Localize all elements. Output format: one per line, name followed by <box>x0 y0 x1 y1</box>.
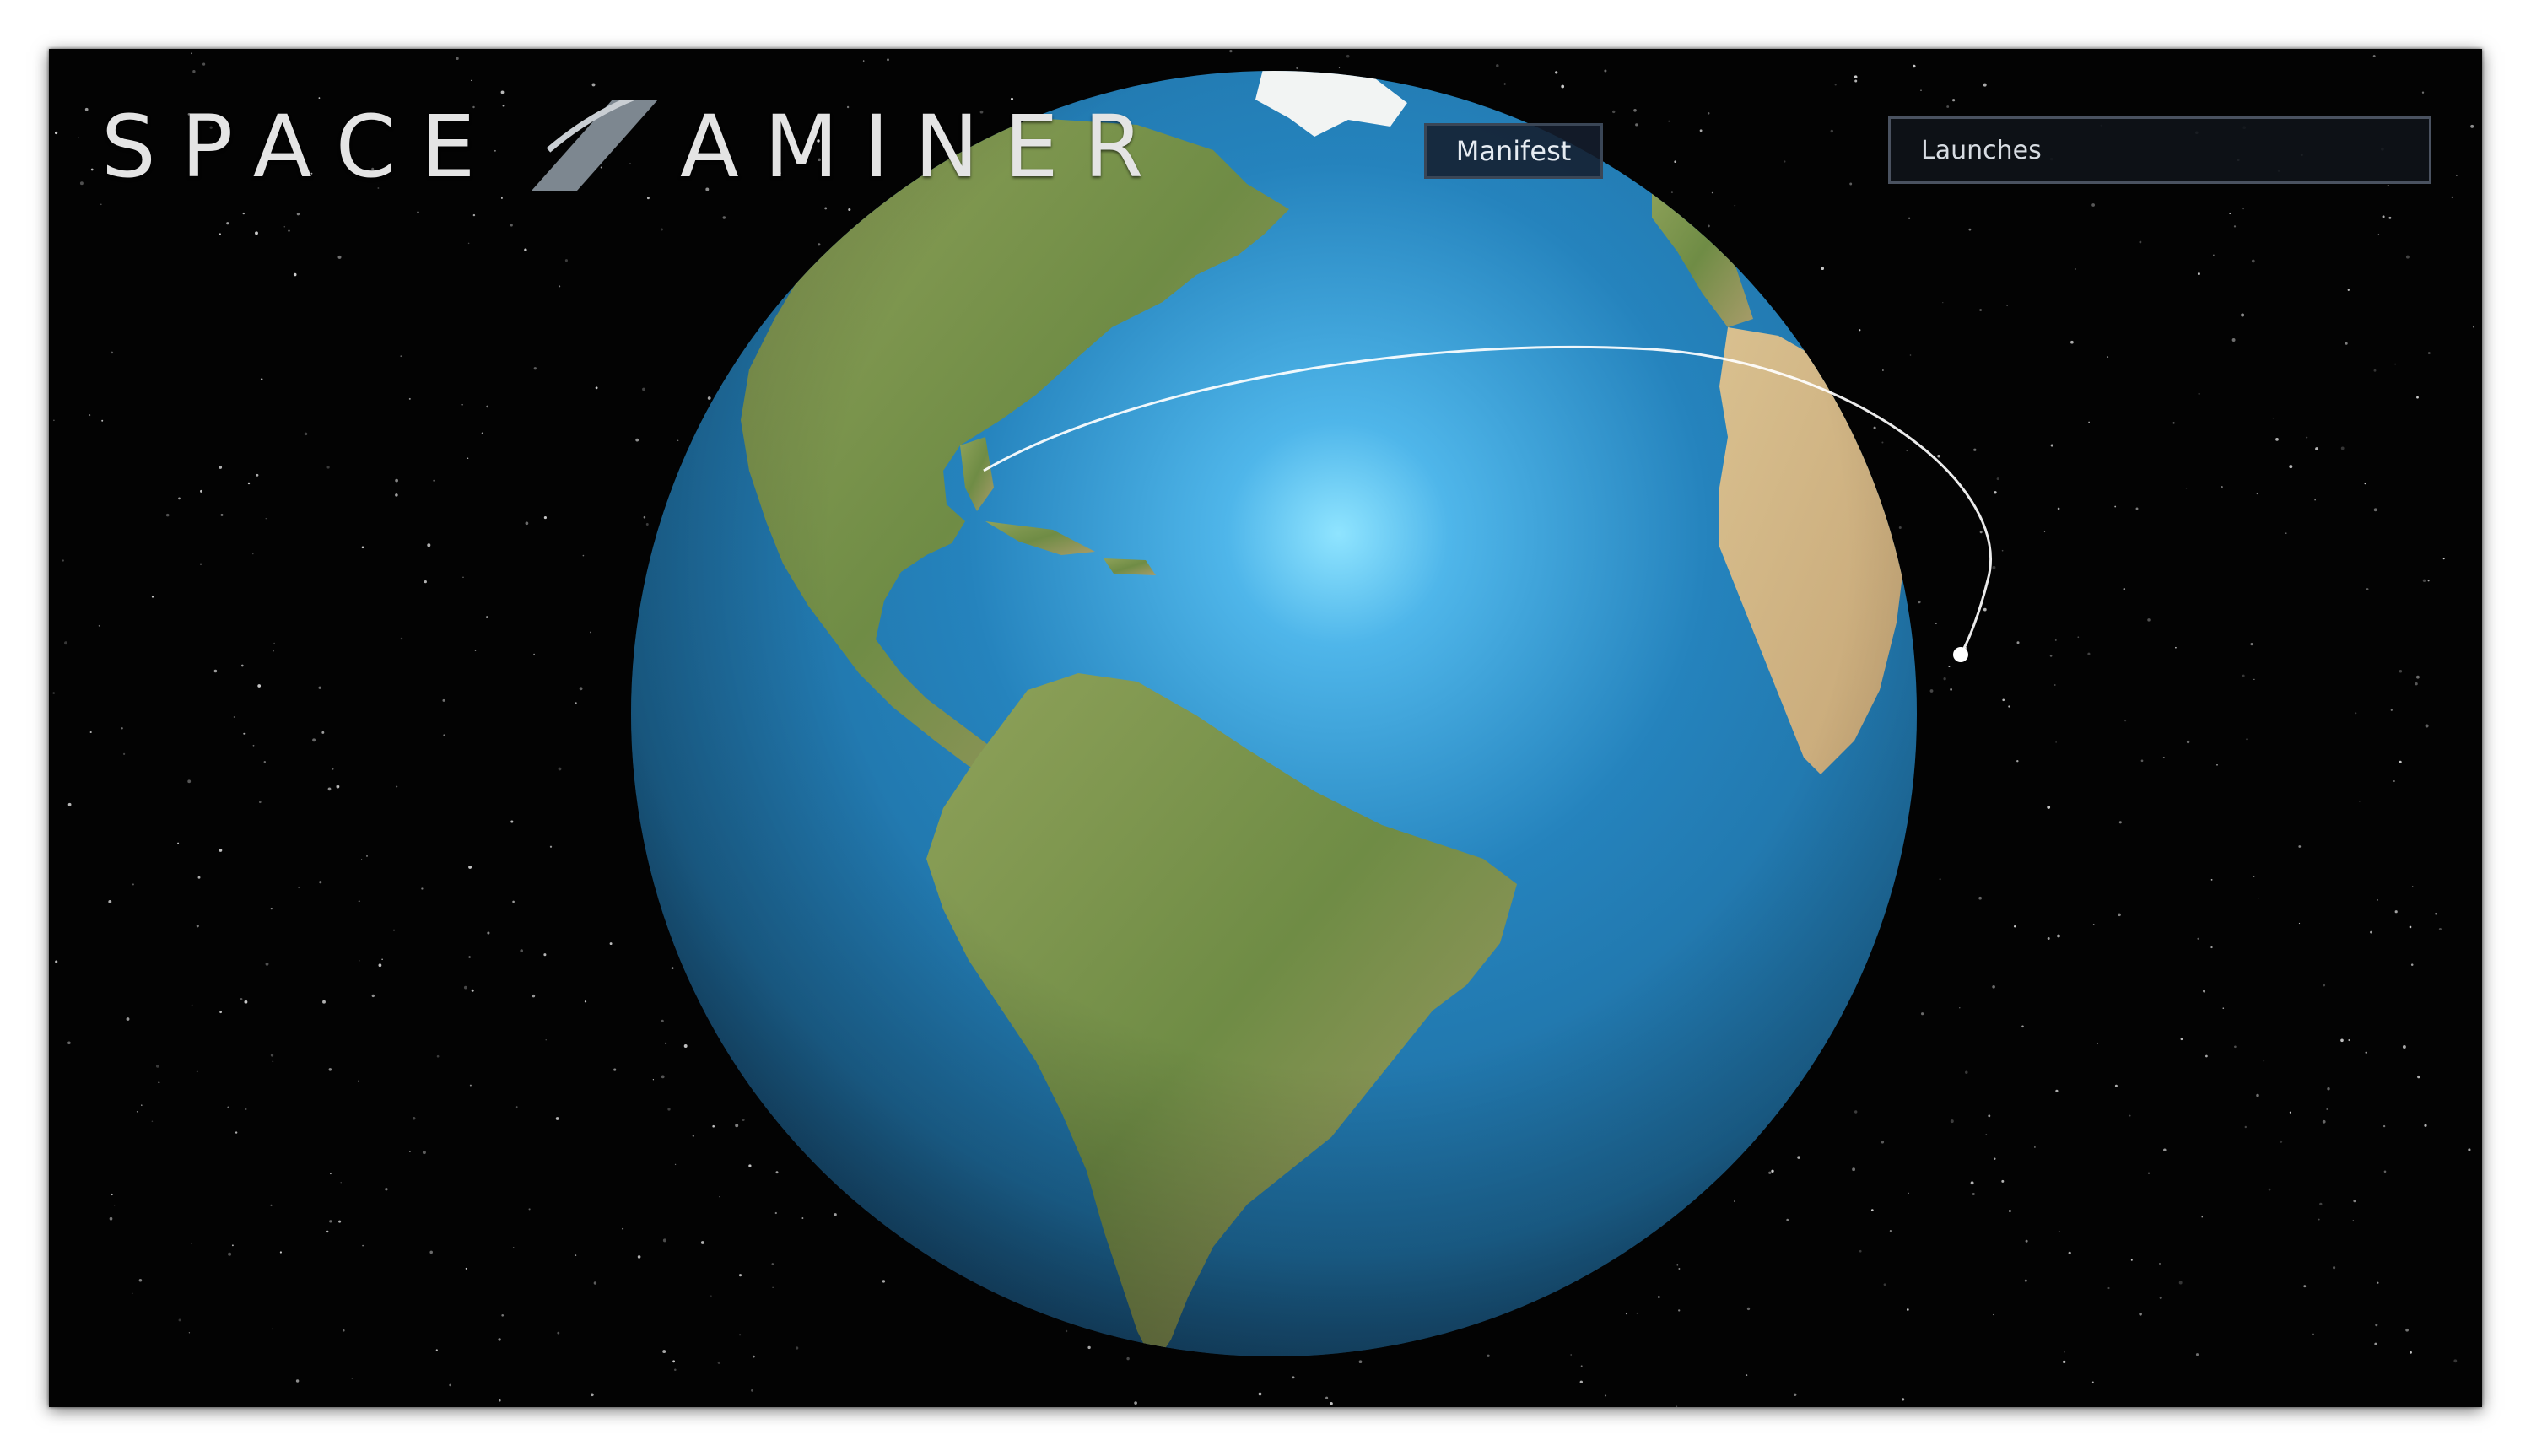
app-window: SPACE AMINER Manifest Launches <box>49 49 2482 1407</box>
globe-viewport[interactable] <box>49 49 2482 1407</box>
logo-text-left: SPACE <box>101 97 501 197</box>
logo-text-right: AMINER <box>680 97 1169 197</box>
logo-x-swoosh-icon <box>532 100 658 191</box>
launches-dropdown[interactable]: Launches <box>1888 116 2431 184</box>
payload-marker[interactable] <box>1953 647 1968 662</box>
manifest-button[interactable]: Manifest <box>1424 123 1603 179</box>
continents <box>631 71 1917 1356</box>
